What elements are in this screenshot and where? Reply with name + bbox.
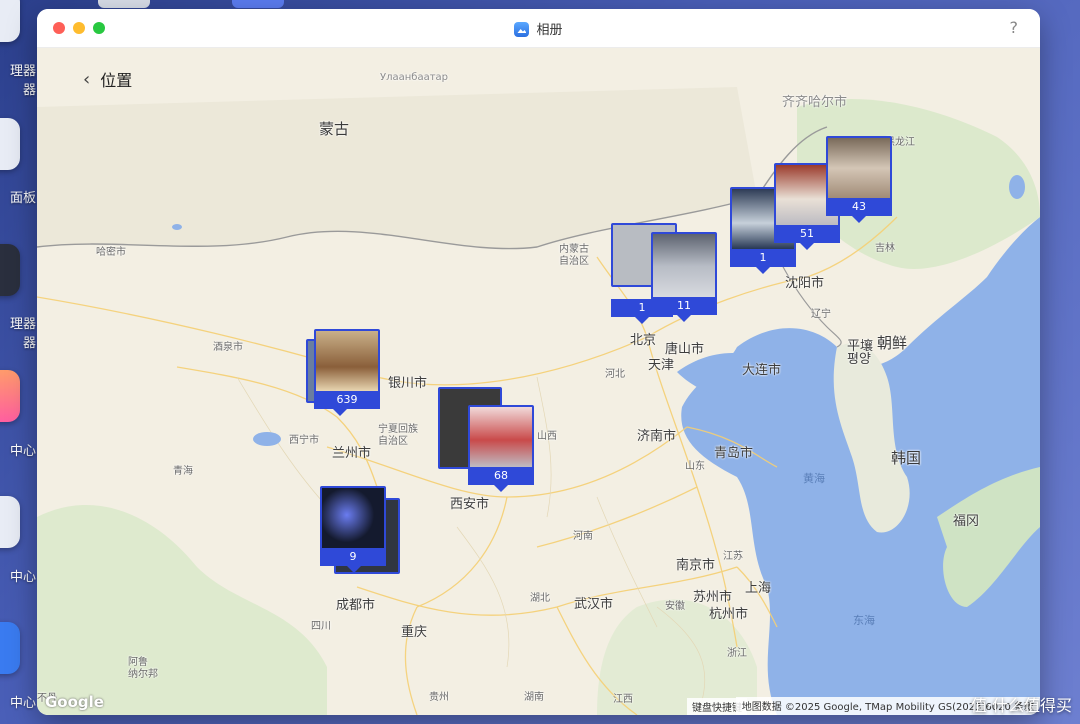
map-label: 酒泉市 (213, 342, 243, 353)
desktop-dock: 理器器 面板 理器器 中心 中心 中心 (0, 0, 36, 724)
map-view[interactable]: ‹ 位置 Улаанбаатар 蒙古 齐齐哈尔市 黑龙江 吉林 哈密市 内蒙古… (37, 47, 1040, 715)
window-title: 相册 (37, 19, 1040, 38)
map-label: 平壤 평양 (847, 339, 874, 367)
map-label: 黄海 (803, 472, 825, 485)
dock-app-icon[interactable] (0, 244, 20, 296)
map-label: 韩国 (891, 449, 922, 467)
map-label: 沈阳市 (785, 276, 825, 291)
watermark: 值·什么值得买 (970, 696, 1072, 715)
photo-thumbnail (314, 329, 380, 393)
map-label: 西安市 (450, 497, 490, 512)
map-label: 辽宁 (811, 309, 831, 320)
map-label: 河北 (605, 369, 625, 380)
map-label: Улаанбаатар (380, 72, 449, 83)
background-window-peek (98, 0, 150, 8)
map-label: 北京 (630, 333, 657, 348)
photos-app-icon (514, 22, 530, 37)
photo-thumbnail (320, 486, 386, 550)
photos-window: 相册 ? ‹ 位置 Улаанбаатар 蒙古 齐齐哈尔市 黑龙江 吉林 哈密… (37, 9, 1040, 715)
photo-count: 11 (651, 297, 717, 315)
map-label: 河南 (573, 531, 593, 542)
background-window-peek (232, 0, 284, 8)
map-label: 浙江 (727, 648, 747, 659)
map-label: 山西 (537, 431, 557, 442)
map-label: 齐齐哈尔市 (782, 95, 848, 110)
dock-label: 中心 (9, 570, 36, 585)
map-label: 内蒙古 自治区 (559, 244, 589, 267)
map-label: 西宁市 (289, 435, 319, 446)
map-label: 哈密市 (96, 247, 126, 258)
dock-app-icon[interactable] (0, 496, 20, 548)
photo-thumbnail (826, 136, 892, 200)
photo-count: 51 (774, 225, 840, 243)
photo-count: 9 (320, 548, 386, 566)
dock-label: 面板 (9, 191, 36, 206)
title-bar: 相册 ? (37, 9, 1040, 48)
map-label: 青岛市 (714, 446, 754, 461)
map-label: 朝鲜 (877, 334, 908, 352)
google-logo: Google (45, 693, 104, 711)
photo-count: 43 (826, 198, 892, 216)
map-label: 蒙古 (319, 120, 350, 138)
photo-thumbnail (468, 405, 534, 469)
back-button[interactable]: ‹ 位置 (83, 67, 132, 91)
window-title-text: 相册 (536, 23, 563, 38)
map-label: 福冈 (953, 514, 980, 529)
map-label: 青海 (173, 466, 193, 477)
photo-count: 1 (730, 249, 796, 267)
map-label: 天津 (648, 358, 675, 373)
map-label: 湖北 (530, 593, 550, 604)
map-label: 宁夏回族 自治区 (378, 424, 418, 447)
dock-label: 中心 (9, 444, 36, 459)
dock-label: 理器器 (9, 317, 36, 351)
map-label: 成都市 (336, 598, 376, 613)
map-label: 阿鲁 纳尔邦 (128, 657, 158, 680)
dock-label: 理器器 (9, 64, 36, 98)
map-label: 江苏 (723, 551, 743, 562)
map-label: 东海 (853, 614, 875, 627)
dock-label: 中心 (9, 696, 36, 711)
map-label: 吉林 (875, 243, 895, 254)
map-label: 银川市 (388, 376, 428, 391)
dock-app-icon[interactable] (0, 0, 20, 42)
dock-app-icon[interactable] (0, 622, 20, 674)
photo-count: 639 (314, 391, 380, 409)
photo-thumbnail (651, 232, 717, 300)
map-label: 江西 (613, 694, 633, 705)
map-label: 大连市 (742, 363, 782, 378)
map-label: 重庆 (401, 625, 428, 640)
dock-app-icon[interactable] (0, 118, 20, 170)
map-label: 湖南 (524, 692, 544, 703)
map-label: 四川 (311, 621, 331, 632)
map-label: 杭州市 (709, 607, 749, 622)
photo-count: 68 (468, 467, 534, 485)
map-label: 济南市 (637, 429, 677, 444)
map-label: 上海 (745, 581, 772, 596)
map-label: 安徽 (665, 601, 685, 612)
map-label: 兰州市 (332, 446, 372, 461)
map-label: 贵州 (429, 692, 449, 703)
map-label: 南京市 (676, 558, 716, 573)
map-label: 武汉市 (574, 597, 614, 612)
map-label: 山东 (685, 461, 705, 472)
dock-app-icon[interactable] (0, 370, 20, 422)
chevron-left-icon: ‹ (83, 68, 91, 90)
back-label: 位置 (100, 71, 133, 90)
help-button[interactable]: ? (1010, 18, 1019, 37)
